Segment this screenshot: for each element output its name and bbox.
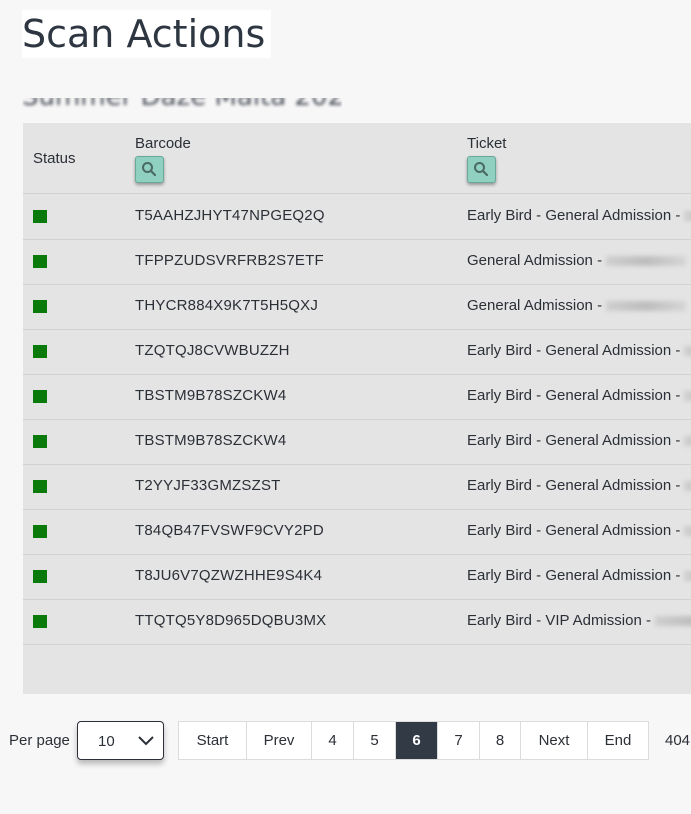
ticket-cell-text: Early Bird - General Admission - bbox=[467, 522, 681, 539]
total-count: 404 bbox=[665, 732, 691, 749]
page-6-button[interactable]: 6 bbox=[396, 722, 438, 759]
barcode-cell: TTQTQ5Y8D965DQBU3MX bbox=[135, 612, 327, 629]
page-7-button[interactable]: 7 bbox=[438, 722, 480, 759]
page-prev-button[interactable]: Prev bbox=[247, 722, 312, 759]
ticket-cell-text: Early Bird - General Admission - bbox=[467, 432, 681, 449]
ticket-cell: Early Bird - General Admission - bbox=[467, 567, 691, 584]
ticket-cell: Early Bird - General Admission - bbox=[467, 432, 691, 449]
ticket-cell-text: General Admission - bbox=[467, 252, 603, 269]
chevron-down-icon bbox=[138, 736, 154, 746]
search-icon bbox=[474, 162, 489, 177]
redacted-text bbox=[606, 256, 687, 267]
status-indicator bbox=[33, 570, 47, 583]
ticket-column-header: Ticket bbox=[467, 135, 507, 152]
scan-actions-table: Status Barcode Ticket T5AAHZJHYT47NPGEQ2… bbox=[23, 123, 691, 694]
ticket-cell-text: General Admission - bbox=[467, 297, 603, 314]
page-end-button[interactable]: End bbox=[588, 722, 648, 759]
redacted-text bbox=[684, 526, 691, 537]
ticket-cell-text: Early Bird - General Admission - bbox=[467, 342, 681, 359]
barcode-cell: TFPPZUDSVRFRB2S7ETF bbox=[135, 252, 324, 269]
barcode-cell: TBSTM9B78SZCKW4 bbox=[135, 387, 287, 404]
ticket-filter-button[interactable] bbox=[467, 156, 496, 183]
table-row[interactable]: T84QB47FVSWF9CVY2PD Early Bird - General … bbox=[23, 509, 691, 555]
status-indicator bbox=[33, 345, 47, 358]
redacted-text bbox=[654, 616, 691, 627]
table-row[interactable]: TBSTM9B78SZCKW4 Early Bird - General Admi… bbox=[23, 374, 691, 420]
page-next-button[interactable]: Next bbox=[521, 722, 588, 759]
per-page-value: 10 bbox=[98, 733, 115, 750]
table-row[interactable]: T2YYJF33GMZSZST Early Bird - General Admi… bbox=[23, 464, 691, 510]
barcode-cell: THYCR884X9K7T5H5QXJ bbox=[135, 297, 319, 314]
redacted-text bbox=[684, 436, 691, 447]
ticket-cell: Early Bird - General Admission - bbox=[467, 207, 691, 224]
table-row[interactable]: T8JU6V7QZWZHHE9S4K4 Early Bird - General … bbox=[23, 554, 691, 600]
barcode-column-header: Barcode bbox=[135, 135, 191, 152]
ticket-cell-text: Early Bird - VIP Admission - bbox=[467, 612, 651, 629]
barcode-cell: T8JU6V7QZWZHHE9S4K4 bbox=[135, 567, 323, 584]
ticket-cell: Early Bird - General Admission - bbox=[467, 477, 691, 494]
barcode-cell: T84QB47FVSWF9CVY2PD bbox=[135, 522, 324, 539]
status-indicator bbox=[33, 255, 47, 268]
status-indicator bbox=[33, 615, 47, 628]
page-title: Scan Actions bbox=[22, 10, 272, 58]
barcode-cell: TBSTM9B78SZCKW4 bbox=[135, 432, 287, 449]
status-indicator bbox=[33, 300, 47, 313]
redacted-text bbox=[684, 571, 691, 582]
page-start-button[interactable]: Start bbox=[179, 722, 247, 759]
ticket-cell: Early Bird - General Admission - bbox=[467, 522, 691, 539]
per-page-label: Per page bbox=[9, 732, 70, 749]
pagination: Start Prev 4 5 6 7 8 Next End bbox=[178, 721, 649, 760]
table-row[interactable]: TFPPZUDSVRFRB2S7ETF General Admission - bbox=[23, 239, 691, 285]
event-subtitle: Summer Daze Malta 2023 bbox=[22, 82, 342, 108]
ticket-cell-text: Early Bird - General Admission - bbox=[467, 567, 681, 584]
table-row[interactable]: TTQTQ5Y8D965DQBU3MX Early Bird - VIP Admi… bbox=[23, 599, 691, 645]
ticket-cell: Early Bird - General Admission - bbox=[467, 342, 691, 359]
redacted-text bbox=[684, 481, 691, 492]
status-column-header: Status bbox=[33, 150, 76, 167]
ticket-cell-text: Early Bird - General Admission - bbox=[467, 387, 681, 404]
table-row[interactable]: TZQTQJ8CVWBUZZH Early Bird - General Admi… bbox=[23, 329, 691, 375]
table-row[interactable]: THYCR884X9K7T5H5QXJ General Admission - bbox=[23, 284, 691, 330]
ticket-cell-text: Early Bird - General Admission - bbox=[467, 207, 681, 224]
status-indicator bbox=[33, 210, 47, 223]
barcode-cell: T2YYJF33GMZSZST bbox=[135, 477, 281, 494]
ticket-cell: General Admission - bbox=[467, 297, 687, 314]
search-icon bbox=[142, 162, 157, 177]
barcode-cell: TZQTQJ8CVWBUZZH bbox=[135, 342, 290, 359]
status-indicator bbox=[33, 390, 47, 403]
ticket-cell-text: Early Bird - General Admission - bbox=[467, 477, 681, 494]
table-row[interactable]: T5AAHZJHYT47NPGEQ2Q Early Bird - General … bbox=[23, 194, 691, 240]
table-header: Status Barcode Ticket bbox=[23, 123, 691, 194]
page-4-button[interactable]: 4 bbox=[312, 722, 354, 759]
table-row[interactable]: TBSTM9B78SZCKW4 Early Bird - General Admi… bbox=[23, 419, 691, 465]
page-8-button[interactable]: 8 bbox=[480, 722, 521, 759]
redacted-text bbox=[684, 346, 691, 357]
status-indicator bbox=[33, 525, 47, 538]
status-indicator bbox=[33, 435, 47, 448]
redacted-text bbox=[684, 391, 691, 402]
redacted-text bbox=[684, 211, 691, 222]
page-5-button[interactable]: 5 bbox=[354, 722, 396, 759]
barcode-filter-button[interactable] bbox=[135, 156, 164, 183]
barcode-cell: T5AAHZJHYT47NPGEQ2Q bbox=[135, 207, 325, 224]
redacted-text bbox=[606, 301, 687, 312]
per-page-select[interactable]: 10 bbox=[77, 721, 164, 760]
ticket-cell: Early Bird - General Admission - bbox=[467, 387, 691, 404]
ticket-cell: General Admission - bbox=[467, 252, 687, 269]
status-indicator bbox=[33, 480, 47, 493]
ticket-cell: Early Bird - VIP Admission - bbox=[467, 612, 691, 629]
